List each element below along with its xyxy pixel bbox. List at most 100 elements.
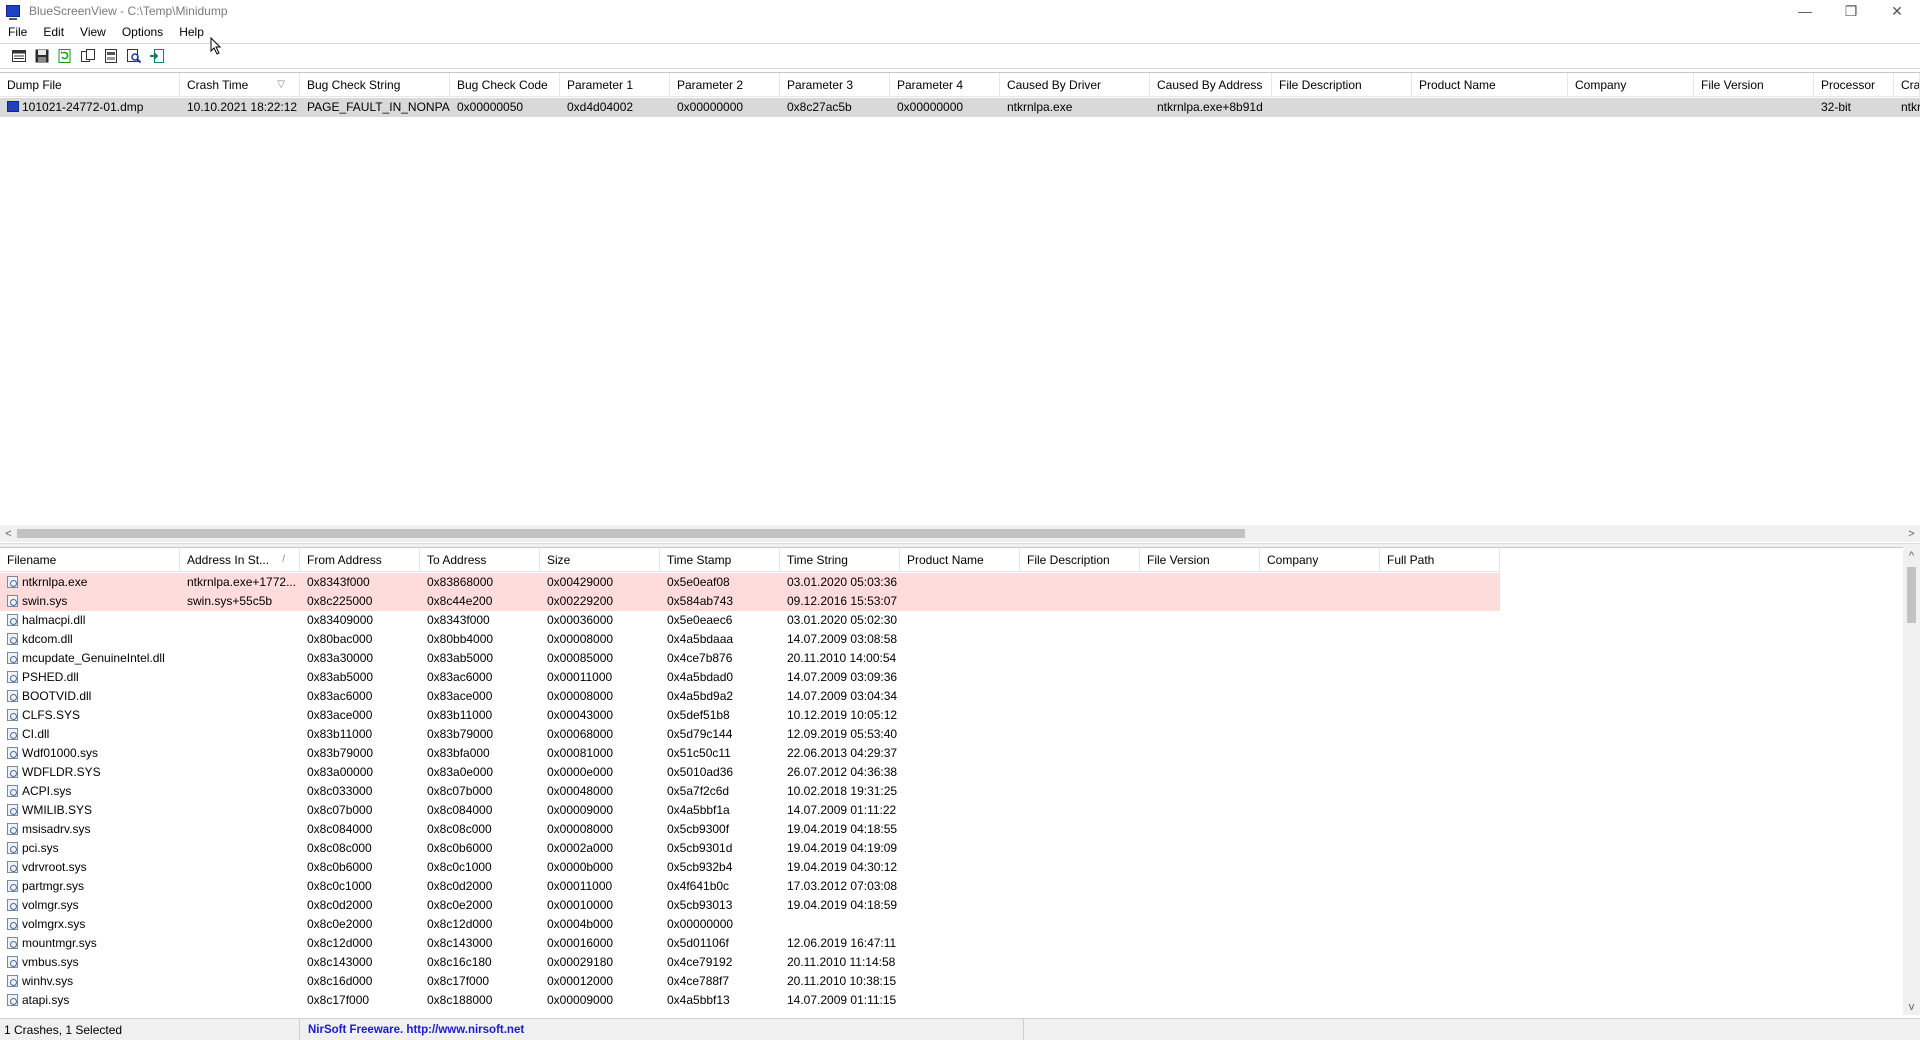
module-row[interactable]: ntkrnlpa.exe ntkrnlpa.exe+1772... 0x8343f0… — [0, 573, 1500, 592]
col-file-version[interactable]: File Version — [1694, 73, 1814, 97]
col-bug-check-string[interactable]: Bug Check String — [300, 73, 450, 97]
col-processor[interactable]: Processor — [1814, 73, 1894, 97]
refresh-button[interactable] — [54, 46, 76, 66]
module-row[interactable]: WMILIB.SYS 0x8c07b000 0x8c084000 0x00009000… — [0, 801, 1500, 820]
col-parameter-2[interactable]: Parameter 2 — [670, 73, 780, 97]
minimize-button[interactable]: — — [1782, 0, 1828, 22]
module-row[interactable]: volmgrx.sys 0x8c0e2000 0x8c12d000 0x0004b00… — [0, 915, 1500, 934]
scroll-right-button[interactable]: > — [1903, 525, 1920, 542]
col-company[interactable]: Company — [1568, 73, 1694, 97]
module-row[interactable]: PSHED.dll 0x83ab5000 0x83ac6000 0x00011000 0… — [0, 668, 1500, 687]
app-icon — [6, 5, 20, 20]
col-parameter-4[interactable]: Parameter 4 — [890, 73, 1000, 97]
col-address-in-stack[interactable]: Address In St... / — [180, 548, 300, 572]
module-row[interactable]: msisadrv.sys 0x8c084000 0x8c08c000 0x000080… — [0, 820, 1500, 839]
col-product-name[interactable]: Product Name — [900, 548, 1020, 572]
col-file-description[interactable]: File Description — [1020, 548, 1140, 572]
col-crash-address[interactable]: Crash Add — [1894, 73, 1920, 97]
menu-edit[interactable]: Edit — [35, 25, 72, 39]
col-company[interactable]: Company — [1260, 548, 1380, 572]
module-row[interactable]: vdrvroot.sys 0x8c0b6000 0x8c0c1000 0x0000b0… — [0, 858, 1500, 877]
cell-file-version — [1140, 915, 1260, 934]
col-product-name[interactable]: Product Name — [1412, 73, 1568, 97]
col-to-address[interactable]: To Address — [420, 548, 540, 572]
cell-file-version — [1140, 592, 1260, 611]
exit-button[interactable] — [146, 46, 168, 66]
col-parameter-3[interactable]: Parameter 3 — [780, 73, 890, 97]
col-file-description[interactable]: File Description — [1272, 73, 1412, 97]
vertical-scroll-thumb[interactable] — [1907, 567, 1916, 623]
col-size[interactable]: Size — [540, 548, 660, 572]
col-from-address[interactable]: From Address — [300, 548, 420, 572]
vertical-scrollbar[interactable]: ^ v — [1903, 547, 1920, 1015]
col-time-string[interactable]: Time String — [780, 548, 900, 572]
module-row[interactable]: mountmgr.sys 0x8c12d000 0x8c143000 0x000160… — [0, 934, 1500, 953]
cell-full-path — [1380, 763, 1500, 782]
module-row[interactable]: swin.sys swin.sys+55c5b 0x8c225000 0x8c44e2… — [0, 592, 1500, 611]
cell-full-path — [1380, 915, 1500, 934]
module-row[interactable]: partmgr.sys 0x8c0c1000 0x8c0d2000 0x0001100… — [0, 877, 1500, 896]
module-row[interactable]: CLFS.SYS 0x83ace000 0x83b11000 0x00043000 0x… — [0, 706, 1500, 725]
col-bug-check-code[interactable]: Bug Check Code — [450, 73, 560, 97]
col-caused-by-address[interactable]: Caused By Address — [1150, 73, 1272, 97]
menu-view[interactable]: View — [72, 25, 114, 39]
module-filename: WDFLDR.SYS — [22, 765, 101, 779]
find-button[interactable] — [123, 46, 145, 66]
module-row[interactable]: WDFLDR.SYS 0x83a00000 0x83a0e000 0x0000e000… — [0, 763, 1500, 782]
cell-to-address: 0x8c0b6000 — [427, 841, 493, 855]
cell-to-address: 0x83ace000 — [427, 689, 493, 703]
nirsoft-link[interactable]: NirSoft Freeware. http://www.nirsoft.net — [300, 1018, 1024, 1040]
menu-file[interactable]: File — [0, 25, 35, 39]
menu-options[interactable]: Options — [114, 25, 171, 39]
crash-row[interactable]: 101021-24772-01.dmp 10.10.2021 18:22:12 … — [0, 98, 1920, 117]
module-row[interactable]: CI.dll 0x83b11000 0x83b79000 0x00068000 0x5d… — [0, 725, 1500, 744]
cell-to-address: 0x83b11000 — [427, 708, 493, 722]
cell-crash-time: 10.10.2021 18:22:12 — [187, 100, 298, 114]
cell-from-address: 0x80bac000 — [307, 632, 373, 646]
module-row[interactable]: winhv.sys 0x8c16d000 0x8c17f000 0x00012000 0… — [0, 972, 1500, 991]
copy-button[interactable] — [77, 46, 99, 66]
module-row[interactable]: vmbus.sys 0x8c143000 0x8c16c180 0x00029180 0… — [0, 953, 1500, 972]
module-list[interactable]: Filename Address In St... / From Address … — [0, 547, 1920, 1015]
module-row[interactable]: atapi.sys 0x8c17f000 0x8c188000 0x00009000 0… — [0, 991, 1500, 1010]
cell-processor: 32-bit — [1821, 100, 1852, 114]
cell-time-stamp: 0x4ce7b876 — [667, 651, 733, 665]
cell-time-string: 14.07.2009 01:11:15 — [787, 993, 897, 1007]
module-row[interactable]: kdcom.dll 0x80bac000 0x80bb4000 0x00008000 0… — [0, 630, 1500, 649]
module-row[interactable]: volmgr.sys 0x8c0d2000 0x8c0e2000 0x00010000… — [0, 896, 1500, 915]
cell-time-string: 10.02.2018 19:31:25 — [787, 784, 898, 798]
col-dump-file[interactable]: Dump File — [0, 73, 180, 97]
cell-company — [1260, 744, 1380, 763]
scroll-down-button[interactable]: v — [1903, 998, 1920, 1015]
crash-list[interactable]: Dump File Crash Time ▽ Bug Check String B… — [0, 72, 1920, 542]
col-full-path[interactable]: Full Path — [1380, 548, 1500, 572]
module-row[interactable]: pci.sys 0x8c08c000 0x8c0b6000 0x0002a000 0x5… — [0, 839, 1500, 858]
html-report-button[interactable] — [100, 46, 122, 66]
scroll-left-button[interactable]: < — [0, 525, 17, 542]
properties-button[interactable] — [8, 46, 30, 66]
cell-full-path — [1380, 649, 1500, 668]
col-file-version[interactable]: File Version — [1140, 548, 1260, 572]
restore-button[interactable]: ❐ — [1828, 0, 1874, 22]
horizontal-scroll-thumb[interactable] — [17, 529, 1245, 538]
col-parameter-1[interactable]: Parameter 1 — [560, 73, 670, 97]
close-button[interactable]: ✕ — [1874, 0, 1920, 22]
module-row[interactable]: mcupdate_GenuineIntel.dll 0x83a30000 0x83a… — [0, 649, 1500, 668]
module-row[interactable]: Wdf01000.sys 0x83b79000 0x83bfa000 0x000810… — [0, 744, 1500, 763]
save-button[interactable] — [31, 46, 53, 66]
module-filename: Wdf01000.sys — [22, 746, 99, 760]
col-time-stamp[interactable]: Time Stamp — [660, 548, 780, 572]
cell-file-version — [1140, 896, 1260, 915]
col-crash-time[interactable]: Crash Time ▽ — [180, 73, 300, 97]
cell-address-in-stack — [180, 896, 300, 915]
module-row[interactable]: halmacpi.dll 0x83409000 0x8343f000 0x000360… — [0, 611, 1500, 630]
horizontal-scrollbar[interactable]: < > — [0, 525, 1920, 542]
toolbar — [0, 43, 1920, 69]
col-filename[interactable]: Filename — [0, 548, 180, 572]
scroll-up-button[interactable]: ^ — [1903, 547, 1920, 564]
menu-help[interactable]: Help — [171, 25, 212, 39]
module-row[interactable]: BOOTVID.dll 0x83ac6000 0x83ace000 0x0000800… — [0, 687, 1500, 706]
module-row[interactable]: ACPI.sys 0x8c033000 0x8c07b000 0x00048000 0x… — [0, 782, 1500, 801]
col-caused-by-driver[interactable]: Caused By Driver — [1000, 73, 1150, 97]
cell-size: 0x00008000 — [547, 632, 614, 646]
